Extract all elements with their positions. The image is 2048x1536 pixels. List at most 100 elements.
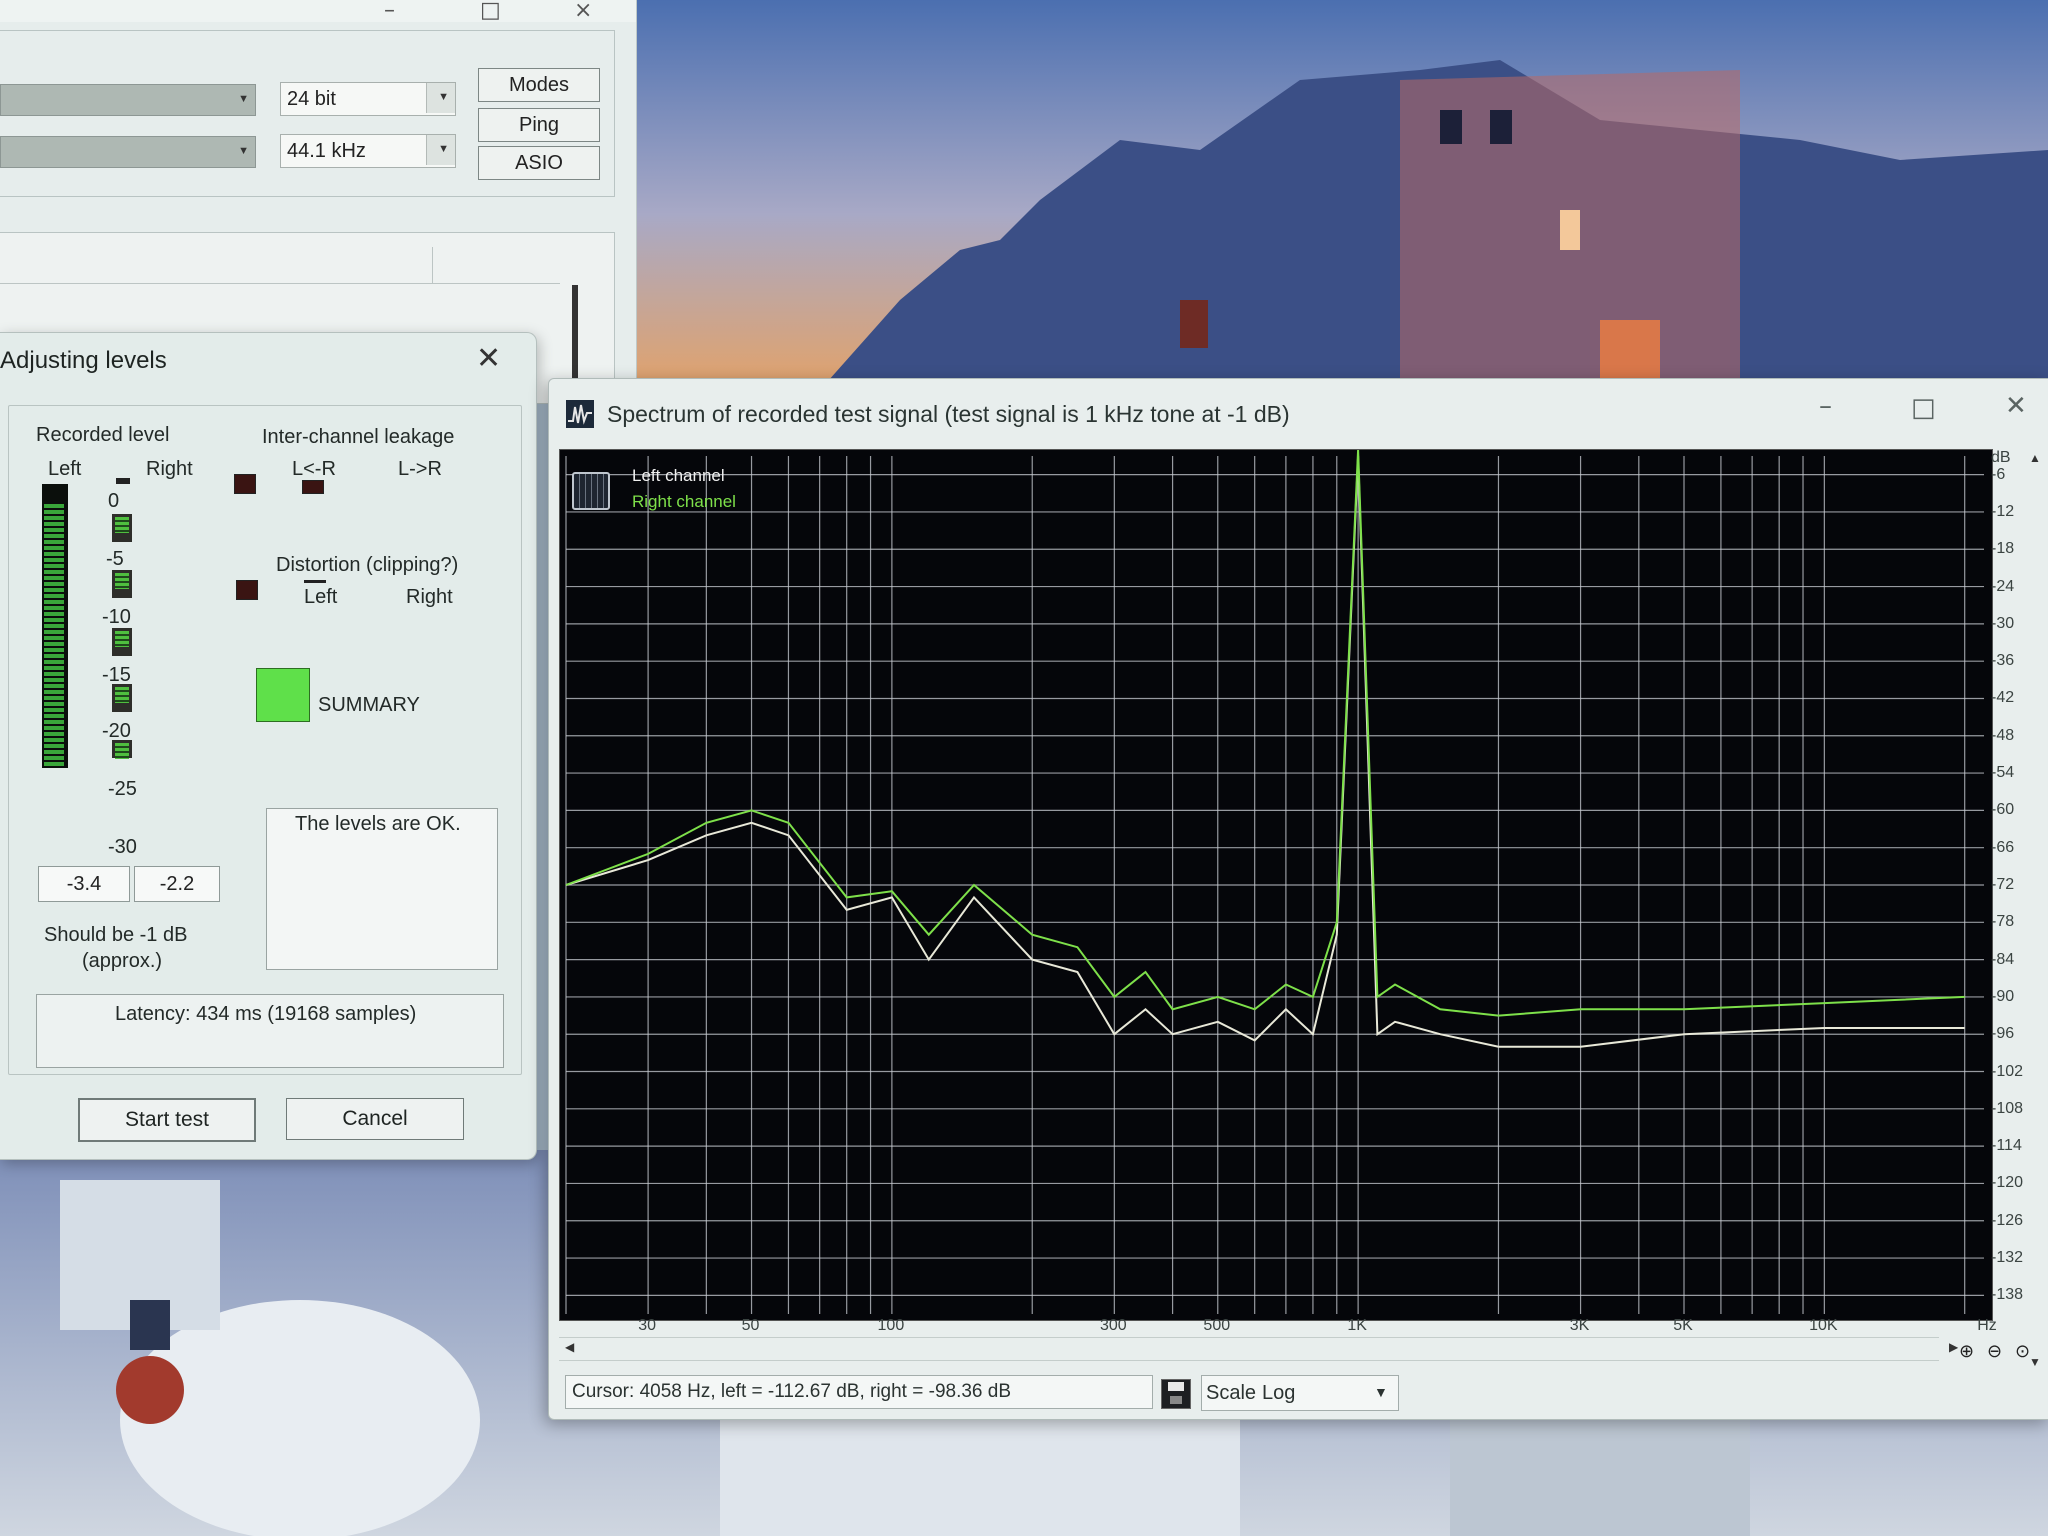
- meter-led: [44, 756, 64, 760]
- meter-segment: [112, 684, 132, 712]
- column-divider[interactable]: [432, 247, 433, 283]
- x-axis-unit: Hz: [1977, 1317, 1997, 1334]
- status-message: The levels are OK.: [295, 813, 461, 835]
- meter-led: [44, 762, 64, 766]
- chevron-down-icon: ▼: [238, 93, 249, 105]
- chevron-down-icon: ▼: [438, 91, 449, 103]
- right-meter-label: Right: [146, 458, 193, 480]
- y-tick-label: -24: [1991, 577, 2015, 595]
- y-tick-label: -96: [1991, 1025, 2015, 1043]
- latency-box: Latency: 434 ms (19168 samples): [36, 994, 504, 1068]
- leakage-l-from-r-label: L<-R: [292, 458, 336, 480]
- chart-settings-icon[interactable]: [572, 472, 610, 510]
- approx-label: (approx.): [82, 950, 163, 972]
- sample-rate-select[interactable]: 44.1 kHz ▼: [280, 134, 456, 168]
- spectrum-chart[interactable]: [560, 450, 1992, 1320]
- meter-led: [44, 654, 64, 658]
- levels-group: [8, 405, 522, 1075]
- y-tick-label: -132: [1991, 1249, 2024, 1267]
- y-tick-label: -138: [1991, 1286, 2024, 1304]
- left-level-value: -3.4: [38, 866, 130, 902]
- chevron-down-icon: ▼: [438, 143, 449, 155]
- should-be-label: Should be -1 dB: [44, 924, 188, 946]
- close-icon[interactable]: ×: [574, 0, 592, 23]
- meter-led: [44, 558, 64, 562]
- x-tick-label: 500: [1203, 1317, 1231, 1334]
- scale-value: Log: [1262, 1382, 1296, 1404]
- status-message-box: The levels are OK.: [266, 808, 498, 970]
- scroll-right-icon[interactable]: ▶: [1949, 1340, 1958, 1354]
- distortion-indicator: [236, 580, 258, 600]
- minimize-icon[interactable]: –: [384, 0, 395, 23]
- meter-led: [44, 624, 64, 628]
- leakage-title: Inter-channel leakage: [262, 426, 455, 448]
- meter-led: [44, 618, 64, 622]
- zoom-out-icon[interactable]: ⊖: [1987, 1341, 2009, 1363]
- horizontal-scrollbar[interactable]: ◀ ▶: [559, 1337, 1958, 1361]
- meter-led: [44, 696, 64, 700]
- meter-led: [44, 528, 64, 532]
- close-icon[interactable]: ✕: [476, 341, 501, 376]
- y-tick-label: -18: [1991, 540, 2015, 558]
- scale-label-25: -25: [108, 778, 137, 800]
- meter-led: [44, 738, 64, 742]
- y-tick-label: -30: [1991, 614, 2015, 632]
- y-tick-label: -84: [1991, 950, 2015, 968]
- scale-select[interactable]: Scale Log ▼: [1201, 1375, 1399, 1411]
- meter-led: [44, 708, 64, 712]
- asio-button[interactable]: ASIO: [478, 146, 600, 180]
- latency-text: Latency: 434 ms (19168 samples): [115, 1003, 417, 1025]
- y-tick-label: -60: [1991, 801, 2015, 819]
- start-test-button[interactable]: Start test: [78, 1098, 256, 1142]
- y-tick-label: -6: [1991, 465, 2006, 483]
- leakage-indicator-left: [234, 474, 256, 494]
- x-tick-label: 300: [1099, 1317, 1127, 1334]
- cancel-button[interactable]: Cancel: [286, 1098, 464, 1140]
- x-tick-label: 100: [877, 1317, 905, 1334]
- maximize-icon[interactable]: □: [480, 0, 501, 23]
- scale-label-30: -30: [108, 836, 137, 858]
- minimize-icon[interactable]: –: [1819, 391, 1832, 421]
- series-line-left-channel: [565, 455, 1965, 1048]
- modes-button[interactable]: Modes: [478, 68, 600, 102]
- scale-label-0: 0: [108, 490, 120, 512]
- chevron-down-icon: ▼: [238, 145, 249, 157]
- spectrum-plot[interactable]: Left channel Right channel: [559, 449, 1993, 1321]
- meter-led: [44, 612, 64, 616]
- save-icon[interactable]: [1161, 1379, 1191, 1409]
- x-tick-label: 1K: [1347, 1317, 1367, 1334]
- scroll-left-icon[interactable]: ◀: [565, 1340, 574, 1354]
- meter-led: [44, 714, 64, 718]
- scale-label-20: -20: [102, 720, 131, 742]
- left-meter-label: Left: [48, 458, 82, 480]
- meter-led: [44, 540, 64, 544]
- zoom-in-icon[interactable]: ⊕: [1959, 1341, 1981, 1363]
- input-device-select[interactable]: ▼: [0, 84, 256, 116]
- meter-led: [44, 516, 64, 520]
- meter-led: [44, 744, 64, 748]
- maximize-icon[interactable]: □: [1911, 393, 1936, 423]
- legend-left-channel: Left channel: [632, 466, 725, 485]
- y-tick-label: -42: [1991, 689, 2015, 707]
- meter-led: [44, 594, 64, 598]
- meter-led: [44, 636, 64, 640]
- cursor-readout: Cursor: 4058 Hz, left = -112.67 dB, righ…: [565, 1375, 1153, 1409]
- meter-led: [44, 564, 64, 568]
- y-tick-label: -102: [1991, 1062, 2024, 1080]
- left-level-meter: [42, 484, 68, 768]
- meter-segment: [112, 514, 132, 542]
- ping-button[interactable]: Ping: [478, 108, 600, 142]
- vertical-scrollbar[interactable]: ▲ ▼: [2027, 451, 2043, 1369]
- close-icon[interactable]: ✕: [2005, 391, 2027, 421]
- meter-led: [44, 684, 64, 688]
- meter-led: [44, 588, 64, 592]
- scroll-up-icon[interactable]: ▲: [2029, 451, 2041, 465]
- y-tick-label: -72: [1991, 876, 2015, 893]
- meter-led: [44, 576, 64, 580]
- spectrum-window-title: Spectrum of recorded test signal (test s…: [607, 401, 1290, 427]
- zoom-reset-icon[interactable]: ⊙: [2015, 1341, 2037, 1363]
- scale-label-15: -15: [102, 664, 131, 686]
- meter-led: [44, 702, 64, 706]
- output-device-select[interactable]: ▼: [0, 136, 256, 168]
- bit-depth-select[interactable]: 24 bit ▼: [280, 82, 456, 116]
